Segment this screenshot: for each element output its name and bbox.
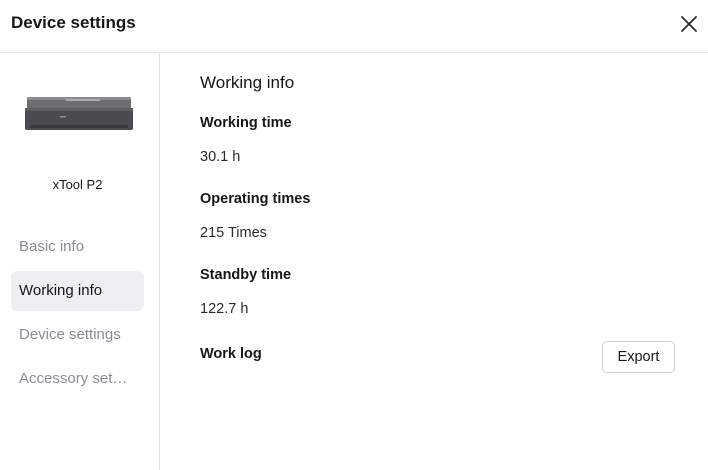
main-panel: Working info Working time 30.1 h Operati… [160, 53, 708, 470]
close-icon[interactable] [676, 11, 702, 37]
sidebar-item-basic-info[interactable]: Basic info [11, 227, 144, 267]
sidebar-item-accessory-settings[interactable]: Accessory settings [11, 359, 144, 399]
sidebar: xTool P2 Basic info Working info Device … [0, 53, 160, 470]
sidebar-item-device-settings[interactable]: Device settings [11, 315, 144, 355]
working-time-label: Working time [200, 115, 292, 131]
laser-engraver-image [25, 97, 133, 130]
export-button[interactable]: Export [602, 341, 675, 373]
standby-time-label: Standby time [200, 267, 292, 283]
section-title: Working info [200, 73, 295, 92]
operating-times-label: Operating times [200, 191, 311, 207]
operating-times-value: 215 Times [200, 225, 267, 241]
sidebar-item-working-info[interactable]: Working info [11, 271, 144, 311]
working-time-value: 30.1 h [200, 149, 241, 165]
device-name: xTool P2 [52, 177, 103, 192]
standby-time-value: 122.7 h [200, 301, 249, 317]
dialog-header: Device settings [0, 0, 708, 53]
dialog-title: Device settings [11, 13, 136, 32]
work-log-label: Work log [200, 346, 262, 362]
